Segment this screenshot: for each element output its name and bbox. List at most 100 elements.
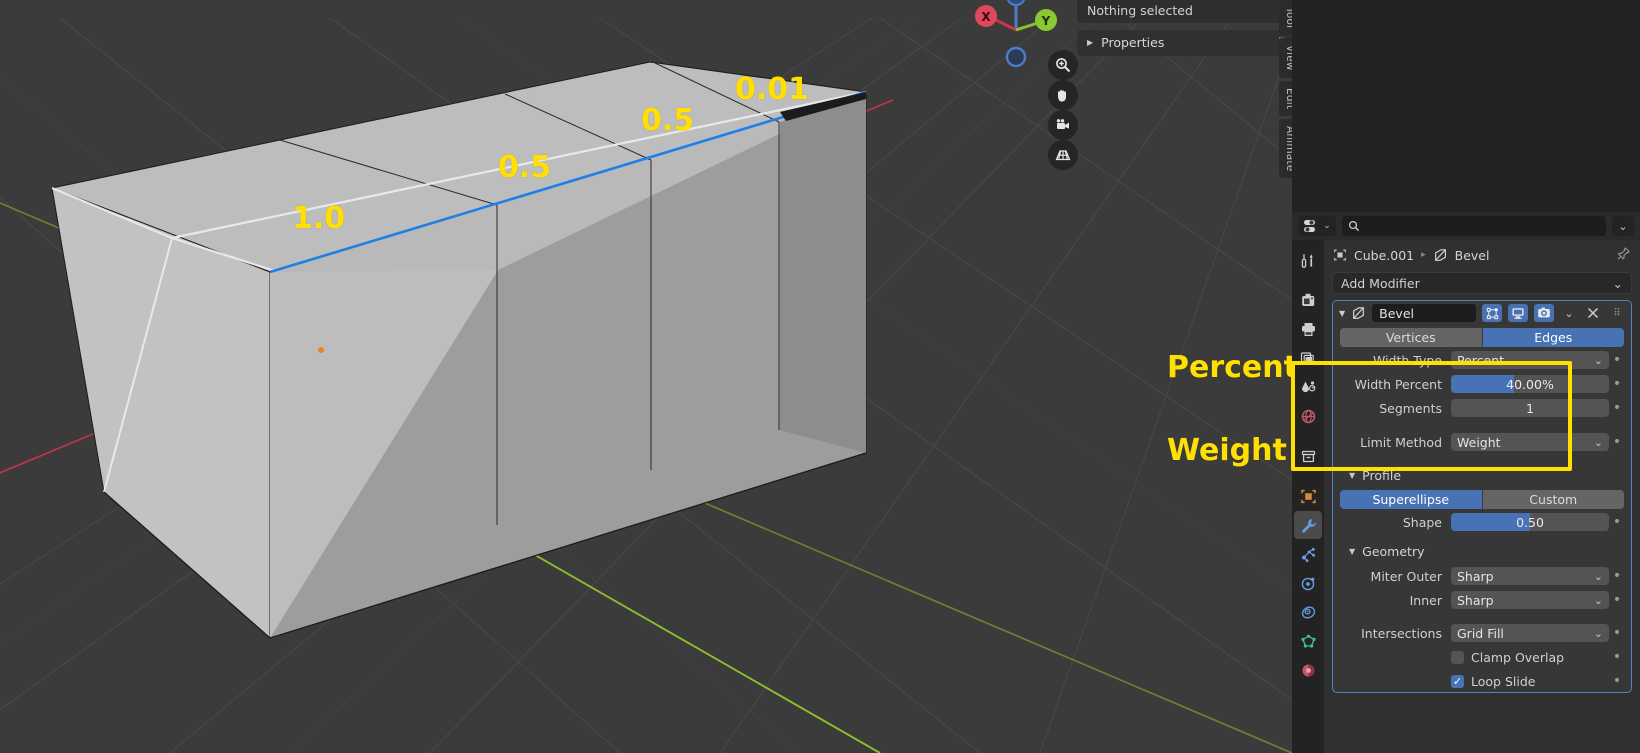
row-limit-method: Limit Method Weight ⌄ •: [1333, 431, 1631, 453]
miter-inner-dropdown[interactable]: Sharp ⌄: [1451, 591, 1609, 609]
modifier-close-button[interactable]: [1584, 304, 1602, 322]
row-shape: Shape 0.50 •: [1333, 511, 1631, 533]
tab-collection[interactable]: [1294, 442, 1322, 470]
grip-dots-icon[interactable]: ⠿: [1608, 304, 1626, 322]
animate-decorator[interactable]: •: [1609, 650, 1625, 664]
animate-decorator[interactable]: •: [1609, 435, 1625, 449]
intersections-dropdown[interactable]: Grid Fill ⌄: [1451, 624, 1609, 642]
animate-decorator[interactable]: •: [1609, 674, 1625, 688]
animate-decorator[interactable]: •: [1609, 515, 1625, 529]
tab-data[interactable]: [1294, 627, 1322, 655]
properties-main-column: Cube.001 ▸ Bevel Add Modifier ⌄ ▼ Bevel …: [1324, 240, 1640, 753]
tab-material[interactable]: [1294, 656, 1322, 684]
expand-triangle-icon: ▼: [1349, 546, 1356, 556]
viewport-properties-section[interactable]: ▶ Properties ⠿: [1077, 30, 1292, 56]
label-limit-method: Limit Method: [1360, 434, 1442, 450]
tab-object[interactable]: [1294, 482, 1322, 510]
tab-physics[interactable]: [1294, 569, 1322, 597]
sidebar-tab-animate[interactable]: Animate: [1279, 119, 1292, 179]
object-icon: [1334, 249, 1346, 261]
affect-edges-option[interactable]: Edges: [1482, 328, 1624, 347]
segments-number-field[interactable]: 1: [1451, 399, 1609, 417]
clamp-overlap-checkbox[interactable]: [1451, 650, 1464, 664]
properties-tab-column[interactable]: [1292, 240, 1324, 753]
miter-outer-dropdown[interactable]: Sharp ⌄: [1451, 567, 1609, 585]
tab-modifier[interactable]: [1294, 511, 1322, 539]
width-type-value: Percent: [1457, 352, 1505, 368]
chevron-down-icon: ⌄: [1612, 275, 1623, 291]
search-input[interactable]: [1365, 219, 1600, 233]
clamp-overlap-label: Clamp Overlap: [1471, 649, 1565, 665]
profile-custom-option[interactable]: Custom: [1482, 490, 1624, 509]
width-type-dropdown[interactable]: Percent ⌄: [1451, 351, 1609, 369]
tab-output[interactable]: [1294, 315, 1322, 343]
hand-icon[interactable]: [1048, 80, 1078, 110]
profile-mode-toggle[interactable]: Superellipse Custom: [1340, 490, 1624, 509]
modifier-card-bevel: ▼ Bevel ⌄ ⠿ Vertices Edges Width Type Pe…: [1332, 300, 1632, 693]
edit-mode-display-toggle[interactable]: [1482, 304, 1502, 322]
label-shape: Shape: [1402, 514, 1442, 530]
properties-editor: ⌄ ⌄ Cube.001 ▸ Bevel Add Modifier ⌄ ▼ Be…: [1292, 0, 1640, 753]
animate-decorator[interactable]: •: [1609, 626, 1625, 640]
tab-constraint[interactable]: [1294, 598, 1322, 626]
animate-decorator[interactable]: •: [1609, 353, 1625, 367]
callout-percent: Percent: [1167, 350, 1292, 385]
svg-text:Y: Y: [1041, 14, 1051, 28]
add-modifier-button[interactable]: Add Modifier ⌄: [1332, 272, 1632, 294]
camera-icon[interactable]: [1048, 110, 1078, 140]
row-segments: Segments 1 •: [1333, 397, 1631, 419]
tab-tool[interactable]: [1294, 246, 1322, 274]
profile-superellipse-option[interactable]: Superellipse: [1340, 490, 1483, 509]
3d-viewport[interactable]: 1.0 0.5 0.5 0.01 Percent Weight X Y Noth…: [0, 0, 1292, 753]
sidebar-tab-view[interactable]: View: [1279, 38, 1292, 78]
loop-slide-checkbox[interactable]: [1451, 674, 1464, 688]
animate-decorator[interactable]: •: [1609, 401, 1625, 415]
tab-render[interactable]: [1294, 286, 1322, 314]
render-display-toggle[interactable]: [1534, 304, 1554, 322]
properties-header: ⌄ ⌄: [1292, 212, 1640, 240]
row-intersections: Intersections Grid Fill ⌄ •: [1333, 622, 1631, 644]
grid-icon[interactable]: [1048, 140, 1078, 170]
shape-slider[interactable]: 0.50: [1451, 513, 1609, 531]
callout-weight: Weight: [1167, 433, 1287, 468]
section-geometry[interactable]: ▼ Geometry: [1333, 539, 1631, 563]
header-dropdown-button[interactable]: ⌄: [1612, 216, 1634, 236]
tab-scene[interactable]: [1294, 373, 1322, 401]
section-geometry-label: Geometry: [1362, 543, 1425, 559]
label-width-percent: Width Percent: [1354, 376, 1442, 392]
tab-world[interactable]: [1294, 402, 1322, 430]
sidebar-tab-tool[interactable]: Tool: [1279, 0, 1292, 36]
miter-outer-value: Sharp: [1457, 568, 1494, 584]
modifier-name-field[interactable]: Bevel: [1372, 304, 1476, 322]
pin-icon[interactable]: [1616, 246, 1631, 264]
breadcrumb-object[interactable]: Cube.001: [1354, 248, 1414, 263]
affect-vertices-option[interactable]: Vertices: [1340, 328, 1483, 347]
breadcrumb-modifier[interactable]: Bevel: [1455, 248, 1490, 263]
editor-type-icon[interactable]: ⌄: [1298, 216, 1336, 236]
realtime-display-toggle[interactable]: [1508, 304, 1528, 322]
animate-decorator[interactable]: •: [1609, 593, 1625, 607]
viewport-sidebar-tabs[interactable]: Tool View Edit Animate: [1279, 0, 1292, 181]
shape-value: 0.50: [1516, 514, 1544, 530]
tab-particles[interactable]: [1294, 540, 1322, 568]
row-width-type: Width Type Percent ⌄ •: [1333, 349, 1631, 371]
zoom-icon[interactable]: [1048, 50, 1078, 80]
expand-triangle-icon[interactable]: ▼: [1339, 309, 1345, 318]
section-profile-label: Profile: [1362, 467, 1402, 483]
search-input-wrapper[interactable]: [1342, 216, 1606, 236]
tab-view-layer[interactable]: [1294, 344, 1322, 372]
breadcrumb: Cube.001 ▸ Bevel: [1324, 240, 1640, 270]
properties-topfill: [1292, 0, 1640, 212]
animate-decorator[interactable]: •: [1609, 377, 1625, 391]
row-miter-inner: Inner Sharp ⌄ •: [1333, 589, 1631, 611]
label-segments: Segments: [1379, 400, 1442, 416]
chevron-down-icon: ⌄: [1593, 569, 1603, 583]
section-profile[interactable]: ▼ Profile: [1333, 463, 1631, 487]
animate-decorator[interactable]: •: [1609, 569, 1625, 583]
modifier-extras-button[interactable]: ⌄: [1560, 304, 1578, 322]
affect-toggle[interactable]: Vertices Edges: [1340, 328, 1624, 347]
sidebar-tab-edit[interactable]: Edit: [1279, 80, 1292, 117]
limit-method-dropdown[interactable]: Weight ⌄: [1451, 433, 1609, 451]
width-percent-slider[interactable]: 40.00%: [1451, 375, 1609, 393]
breadcrumb-separator: ▸: [1421, 250, 1426, 260]
